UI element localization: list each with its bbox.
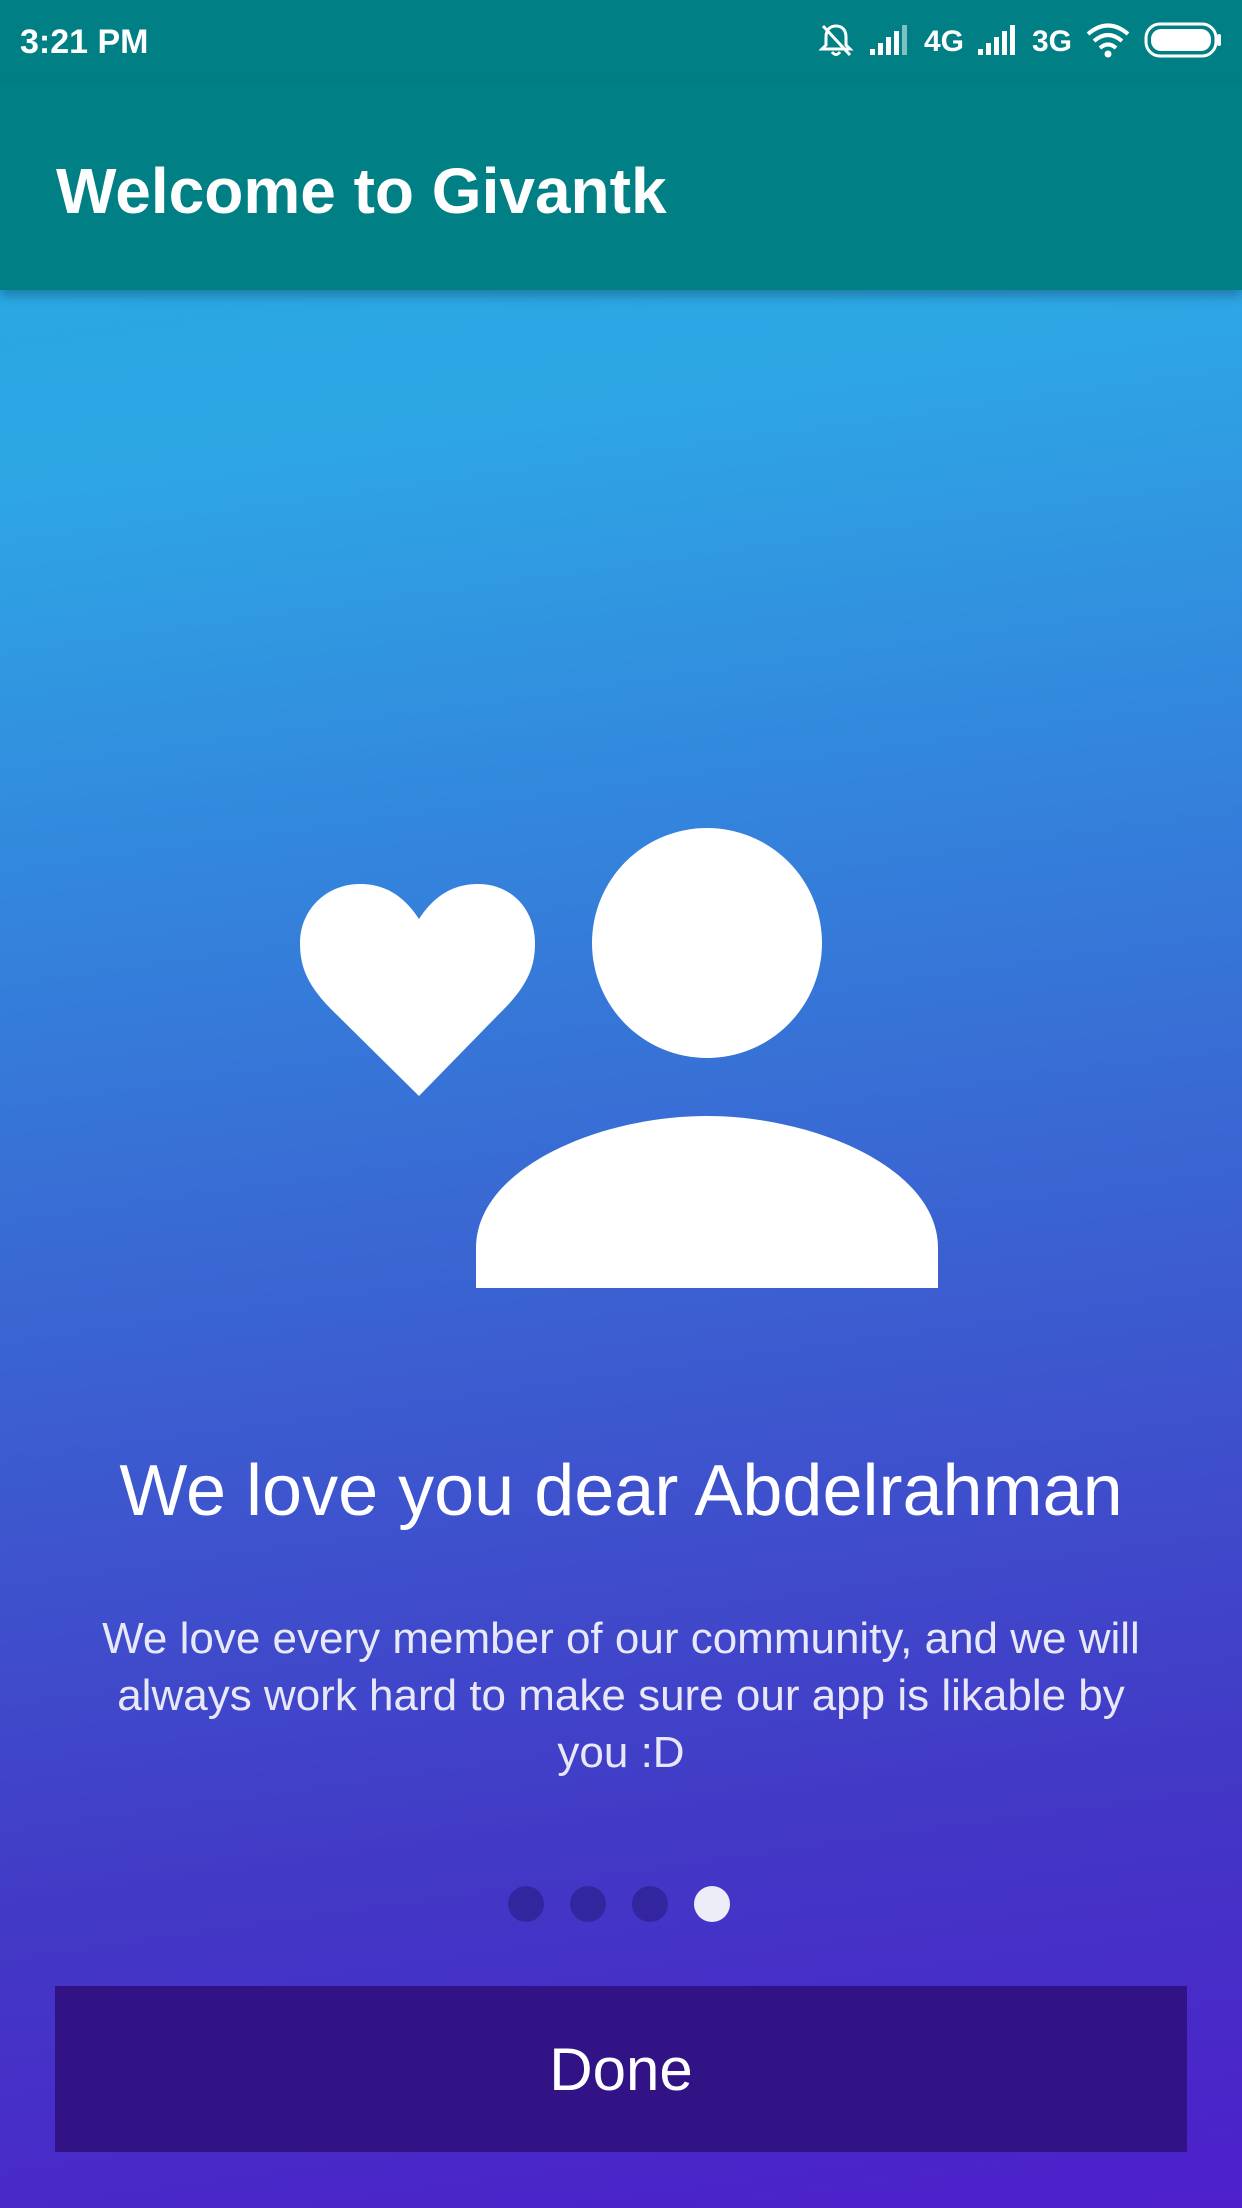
bell-off-icon [816,20,856,65]
page-dot[interactable] [632,1886,668,1922]
page-dot[interactable] [508,1886,544,1922]
signal-icon [868,23,912,62]
slide-headline: We love you dear Abdelrahman [119,1451,1123,1531]
app-title: Welcome to Givantk [56,155,667,227]
page-indicator [508,1886,730,1922]
network-type-1: 4G [923,25,964,58]
wifi-icon [1084,21,1132,64]
network-type-2: 3G [1031,25,1072,58]
page-dot-active[interactable] [694,1886,730,1922]
page-dot[interactable] [570,1886,606,1922]
signal-icon [976,23,1020,62]
intro-slide[interactable]: We love you dear Abdelrahman We love eve… [0,290,1242,2208]
battery-icon [1144,21,1222,64]
status-bar: 3:21 PM 4G 3G [0,0,1242,84]
app-bar: Welcome to Givantk [0,84,1242,290]
slide-description: We love every member of our community, a… [102,1614,1140,1777]
status-time: 3:21 PM [20,22,149,61]
done-button[interactable]: Done [55,1986,1187,2152]
favorite-user-icon [300,828,940,1293]
status-icons: 4G 3G [816,20,1222,65]
